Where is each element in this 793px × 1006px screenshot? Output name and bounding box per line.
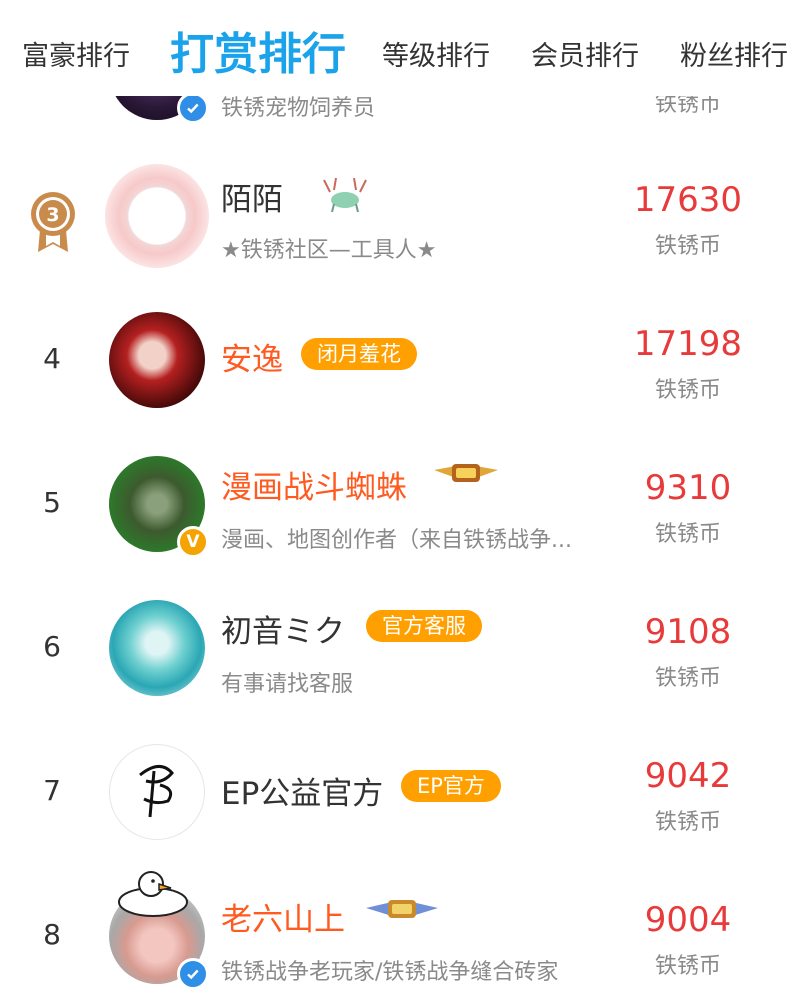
tip-amount: 9108: [644, 612, 732, 652]
currency-unit: 铁锈币: [654, 378, 721, 403]
tab-fans-ranking[interactable]: 粉丝排行: [680, 34, 788, 73]
avatar[interactable]: [109, 312, 205, 408]
winged-crest-icon: [366, 900, 438, 918]
user-name[interactable]: 初音ミク: [221, 606, 345, 651]
calligraphy-logo-icon: [139, 765, 174, 818]
reindeer-decoration-icon: [323, 177, 367, 213]
user-title-badge: 闭月羞花: [301, 338, 417, 370]
list-item[interactable]: 5 V 漫画战斗蜘蛛 漫画、地图创作者（来自铁锈战争... 9310 铁锈币: [0, 430, 793, 574]
rank-number: 7: [43, 774, 61, 807]
user-title-badge: EP官方: [401, 770, 501, 802]
list-item[interactable]: 8 老六山上 铁锈战争老玩家/铁锈战争缝合砖家 9004 铁锈币: [0, 862, 793, 1006]
rank-number: 4: [43, 342, 61, 375]
user-name[interactable]: EP公益官方: [221, 768, 383, 813]
user-title-badge: 官方客服: [366, 610, 482, 642]
avatar[interactable]: [109, 600, 205, 696]
currency-unit: 铁锈币: [654, 954, 721, 979]
list-item[interactable]: 4 安逸 闭月羞花 17198 铁锈币: [0, 286, 793, 430]
currency-unit: 铁锈币: [654, 522, 721, 547]
user-description: 漫画、地图创作者（来自铁锈战争...: [221, 528, 572, 553]
ranking-tabs: 富豪排行 打赏排行 等级排行 会员排行 粉丝排行: [0, 0, 793, 96]
tab-member-ranking[interactable]: 会员排行: [531, 34, 639, 73]
currency-unit: 铁锈币: [654, 234, 721, 259]
rank-number: 6: [43, 630, 61, 663]
bronze-medal-icon: 3: [31, 192, 75, 252]
avatar[interactable]: [109, 744, 205, 840]
user-name[interactable]: 老六山上: [221, 894, 345, 939]
rank-number: 8: [43, 918, 61, 951]
rank-number: 5: [43, 486, 61, 519]
tip-amount: 9004: [644, 900, 732, 940]
tab-level-ranking[interactable]: 等级排行: [382, 34, 490, 73]
leaderboard-list: 铁锈宠物饲养员 铁锈币 3 陌陌 ★铁锈社区—工具人★ 17630 铁锈币 4 …: [0, 0, 793, 994]
currency-unit: 铁锈币: [654, 810, 721, 835]
duck-hat-decoration-icon: [118, 871, 188, 917]
winged-crest-icon: [434, 464, 498, 482]
user-description: 有事请找客服: [221, 672, 354, 697]
svg-text:3: 3: [46, 204, 59, 226]
user-description: 铁锈战争老玩家/铁锈战争缝合砖家: [221, 960, 559, 985]
list-item[interactable]: 6 初音ミク 官方客服 有事请找客服 9108 铁锈币: [0, 574, 793, 718]
user-name[interactable]: 漫画战斗蜘蛛: [221, 462, 407, 507]
tab-wealth-ranking[interactable]: 富豪排行: [22, 34, 130, 73]
tip-amount: 17630: [633, 180, 743, 220]
tab-tip-ranking[interactable]: 打赏排行: [170, 18, 346, 82]
currency-unit: 铁锈币: [654, 666, 721, 691]
tip-amount: 17198: [633, 324, 743, 364]
avatar[interactable]: [105, 164, 209, 268]
verified-v-icon: V: [177, 526, 209, 558]
tip-amount: 9310: [644, 468, 732, 508]
verified-icon: [177, 958, 209, 990]
list-item[interactable]: 3 陌陌 ★铁锈社区—工具人★ 17630 铁锈币: [0, 142, 793, 286]
tip-amount: 9042: [644, 756, 732, 796]
user-description: ★铁锈社区—工具人★: [221, 238, 437, 263]
list-item[interactable]: 7 EP公益官方 EP官方 9042 铁锈币: [0, 718, 793, 862]
user-name[interactable]: 安逸: [221, 334, 283, 379]
user-name[interactable]: 陌陌: [221, 174, 283, 219]
verified-icon: [177, 92, 209, 124]
